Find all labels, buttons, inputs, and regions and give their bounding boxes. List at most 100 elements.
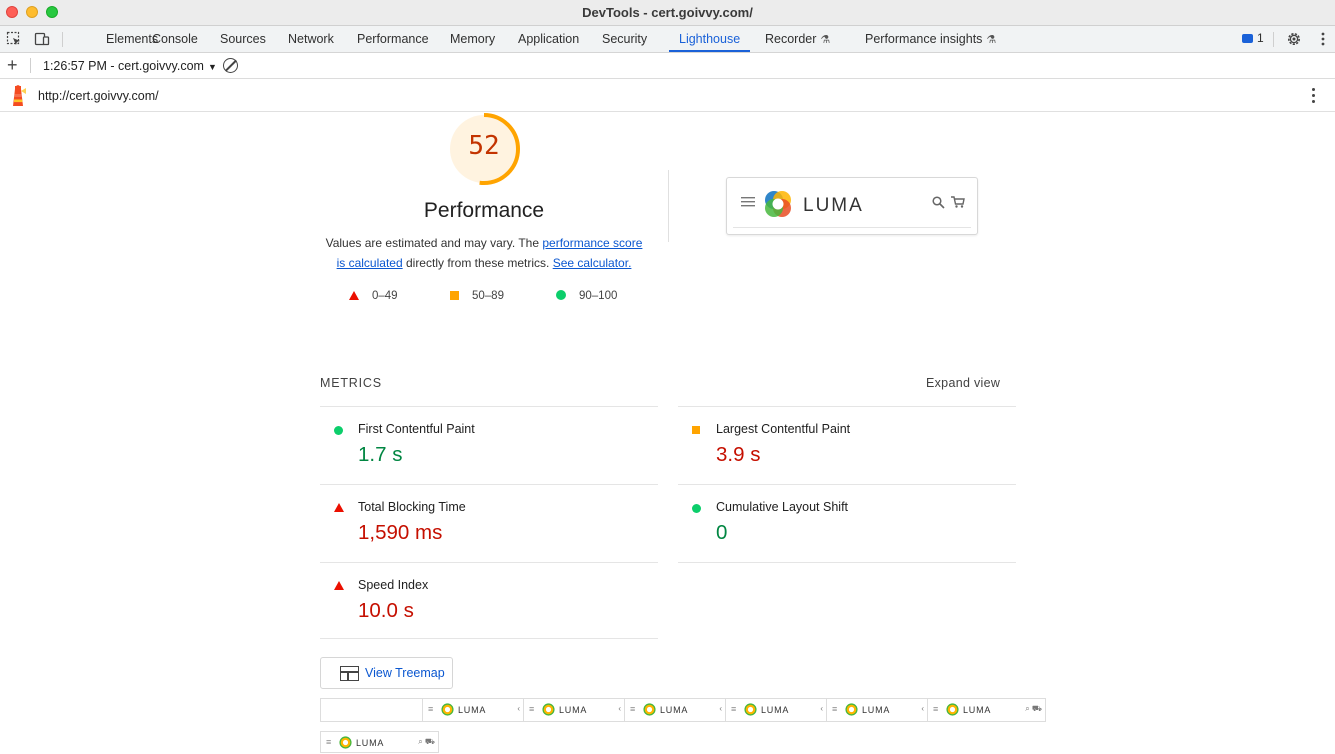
toolbar-divider [62,32,63,47]
filmstrip-frame: ≡ LUMA ⌕ ⛟ [320,731,439,753]
tab-sources[interactable]: Sources [218,26,268,52]
tab-performance[interactable]: Performance [355,26,431,52]
report-select[interactable]: 1:26:57 PM - cert.goivvy.com ▼ [43,59,217,73]
device-toolbar-icon[interactable] [34,31,50,47]
report-menu-icon[interactable] [1309,88,1317,104]
luma-brand-text: LUMA [803,195,864,216]
metric-value: 10.0 s [358,599,414,622]
search-icon: ‹ [719,704,722,713]
filmstrip-frame: ≡ LUMA ‹ [422,699,523,721]
luma-brand-text: LUMA [862,705,891,715]
hamburger-menu-icon: ≡ [529,704,535,714]
metric-value: 0 [716,521,728,544]
experiment-flask-icon: ⚗ [820,34,831,46]
metric-value: 1.7 s [358,443,403,466]
pass-circle-icon [692,504,701,513]
hamburger-menu-icon: ≡ [832,704,838,714]
lighthouse-logo-icon [13,85,26,106]
report-url: http://cert.goivvy.com/ [38,89,159,103]
inspect-element-icon[interactable] [6,31,22,47]
hamburger-menu-icon: ≡ [630,704,636,714]
metric-value: 1,590 ms [358,521,443,544]
search-cart-icon: ⌕ ⛟ [1025,704,1042,713]
caret-down-icon: ▼ [207,62,217,72]
filmstrip-frame: ≡ LUMA ‹ [523,699,624,721]
filmstrip-frame: ≡ LUMA ‹ [725,699,826,721]
metrics-heading: METRICS [320,376,382,390]
tab-network[interactable]: Network [286,26,336,52]
average-square-icon [692,426,700,434]
see-calculator-link[interactable]: See calculator. [553,256,632,270]
metric-cumulative-layout-shift: Cumulative Layout Shift 0 [678,484,1016,562]
experiment-flask-icon: ⚗ [986,34,997,46]
legend-average: 50–89 [450,290,504,302]
fail-triangle-icon [334,503,344,512]
expand-view-toggle[interactable]: Expand view [926,376,1000,390]
performance-description: Values are estimated and may vary. The p… [325,236,643,270]
tab-lighthouse[interactable]: Lighthouse [669,26,751,52]
view-treemap-label: View Treemap [365,666,445,680]
more-options-icon[interactable] [1315,31,1331,47]
luma-logo-icon [744,703,757,716]
metric-label: Total Blocking Time [358,500,466,514]
metric-label: Largest Contentful Paint [716,422,851,436]
luma-logo-icon [441,703,454,716]
tab-console[interactable]: Console [150,26,200,52]
luma-logo-icon [765,191,791,217]
luma-logo-icon [339,736,352,749]
filmstrip-frame: ≡ LUMA ‹ [624,699,725,721]
fail-triangle-icon [334,581,344,590]
metrics-bottom-divider [678,562,1016,563]
tab-security[interactable]: Security [600,26,649,52]
window-titlebar: DevTools - cert.goivvy.com/ [0,0,1335,26]
luma-logo-icon [542,703,555,716]
lighthouse-toolbar: + 1:26:57 PM - cert.goivvy.com ▼ [0,53,1335,79]
pass-circle-icon [334,426,343,435]
average-square-icon [450,291,459,300]
cart-icon [951,196,965,208]
section-divider [668,170,669,242]
luma-brand-text: LUMA [963,705,992,715]
metric-label: First Contentful Paint [358,422,475,436]
metric-label: Speed Index [358,578,429,592]
search-icon: ‹ [921,704,924,713]
tab-recorder[interactable]: Recorder ⚗ [763,26,832,52]
luma-brand-text: LUMA [559,705,588,715]
settings-gear-icon[interactable] [1286,31,1302,47]
legend-pass: 90–100 [556,290,617,302]
pass-circle-icon [556,290,566,300]
final-screenshot-preview[interactable]: LUMA [726,177,978,235]
devtools-tabbar: Elements Console Sources Network Perform… [0,26,1335,53]
view-treemap-button[interactable]: View Treemap [320,657,453,689]
tab-memory[interactable]: Memory [448,26,497,52]
performance-title: Performance [423,199,545,222]
metric-speed-index: Speed Index 10.0 s [320,562,658,640]
luma-logo-icon [643,703,656,716]
metric-first-contentful-paint: First Contentful Paint 1.7 s [320,406,658,484]
performance-score-value: 52 [468,131,500,161]
filmstrip-frame: ≡ LUMA ⌕ ⛟ [927,699,1045,721]
hamburger-menu-icon: ≡ [731,704,737,714]
search-cart-icon: ⌕ ⛟ [418,737,435,746]
new-report-plus-icon[interactable]: + [7,55,18,76]
metric-value: 3.9 s [716,443,761,466]
metric-largest-contentful-paint: Largest Contentful Paint 3.9 s [678,406,1016,484]
filmstrip-frame: ≡ LUMA ‹ [826,699,927,721]
hamburger-menu-icon: ≡ [933,704,939,714]
hamburger-menu-icon: ≡ [428,704,434,714]
luma-logo-icon [845,703,858,716]
luma-brand-text: LUMA [761,705,790,715]
tab-application[interactable]: Application [516,26,581,52]
issues-badge[interactable]: 1 [1242,31,1264,45]
metric-label: Cumulative Layout Shift [716,500,849,514]
preview-divider [733,227,971,228]
legend-fail: 0–49 [349,290,398,302]
search-icon: ‹ [517,704,520,713]
treemap-icon [340,666,359,681]
window-title: DevTools - cert.goivvy.com/ [582,5,753,20]
metric-total-blocking-time: Total Blocking Time 1,590 ms [320,484,658,562]
clear-reports-icon[interactable] [223,58,238,73]
tab-performance-insights[interactable]: Performance insights ⚗ [863,26,998,52]
hamburger-menu-icon [741,197,755,207]
toolbar-divider [30,58,31,73]
